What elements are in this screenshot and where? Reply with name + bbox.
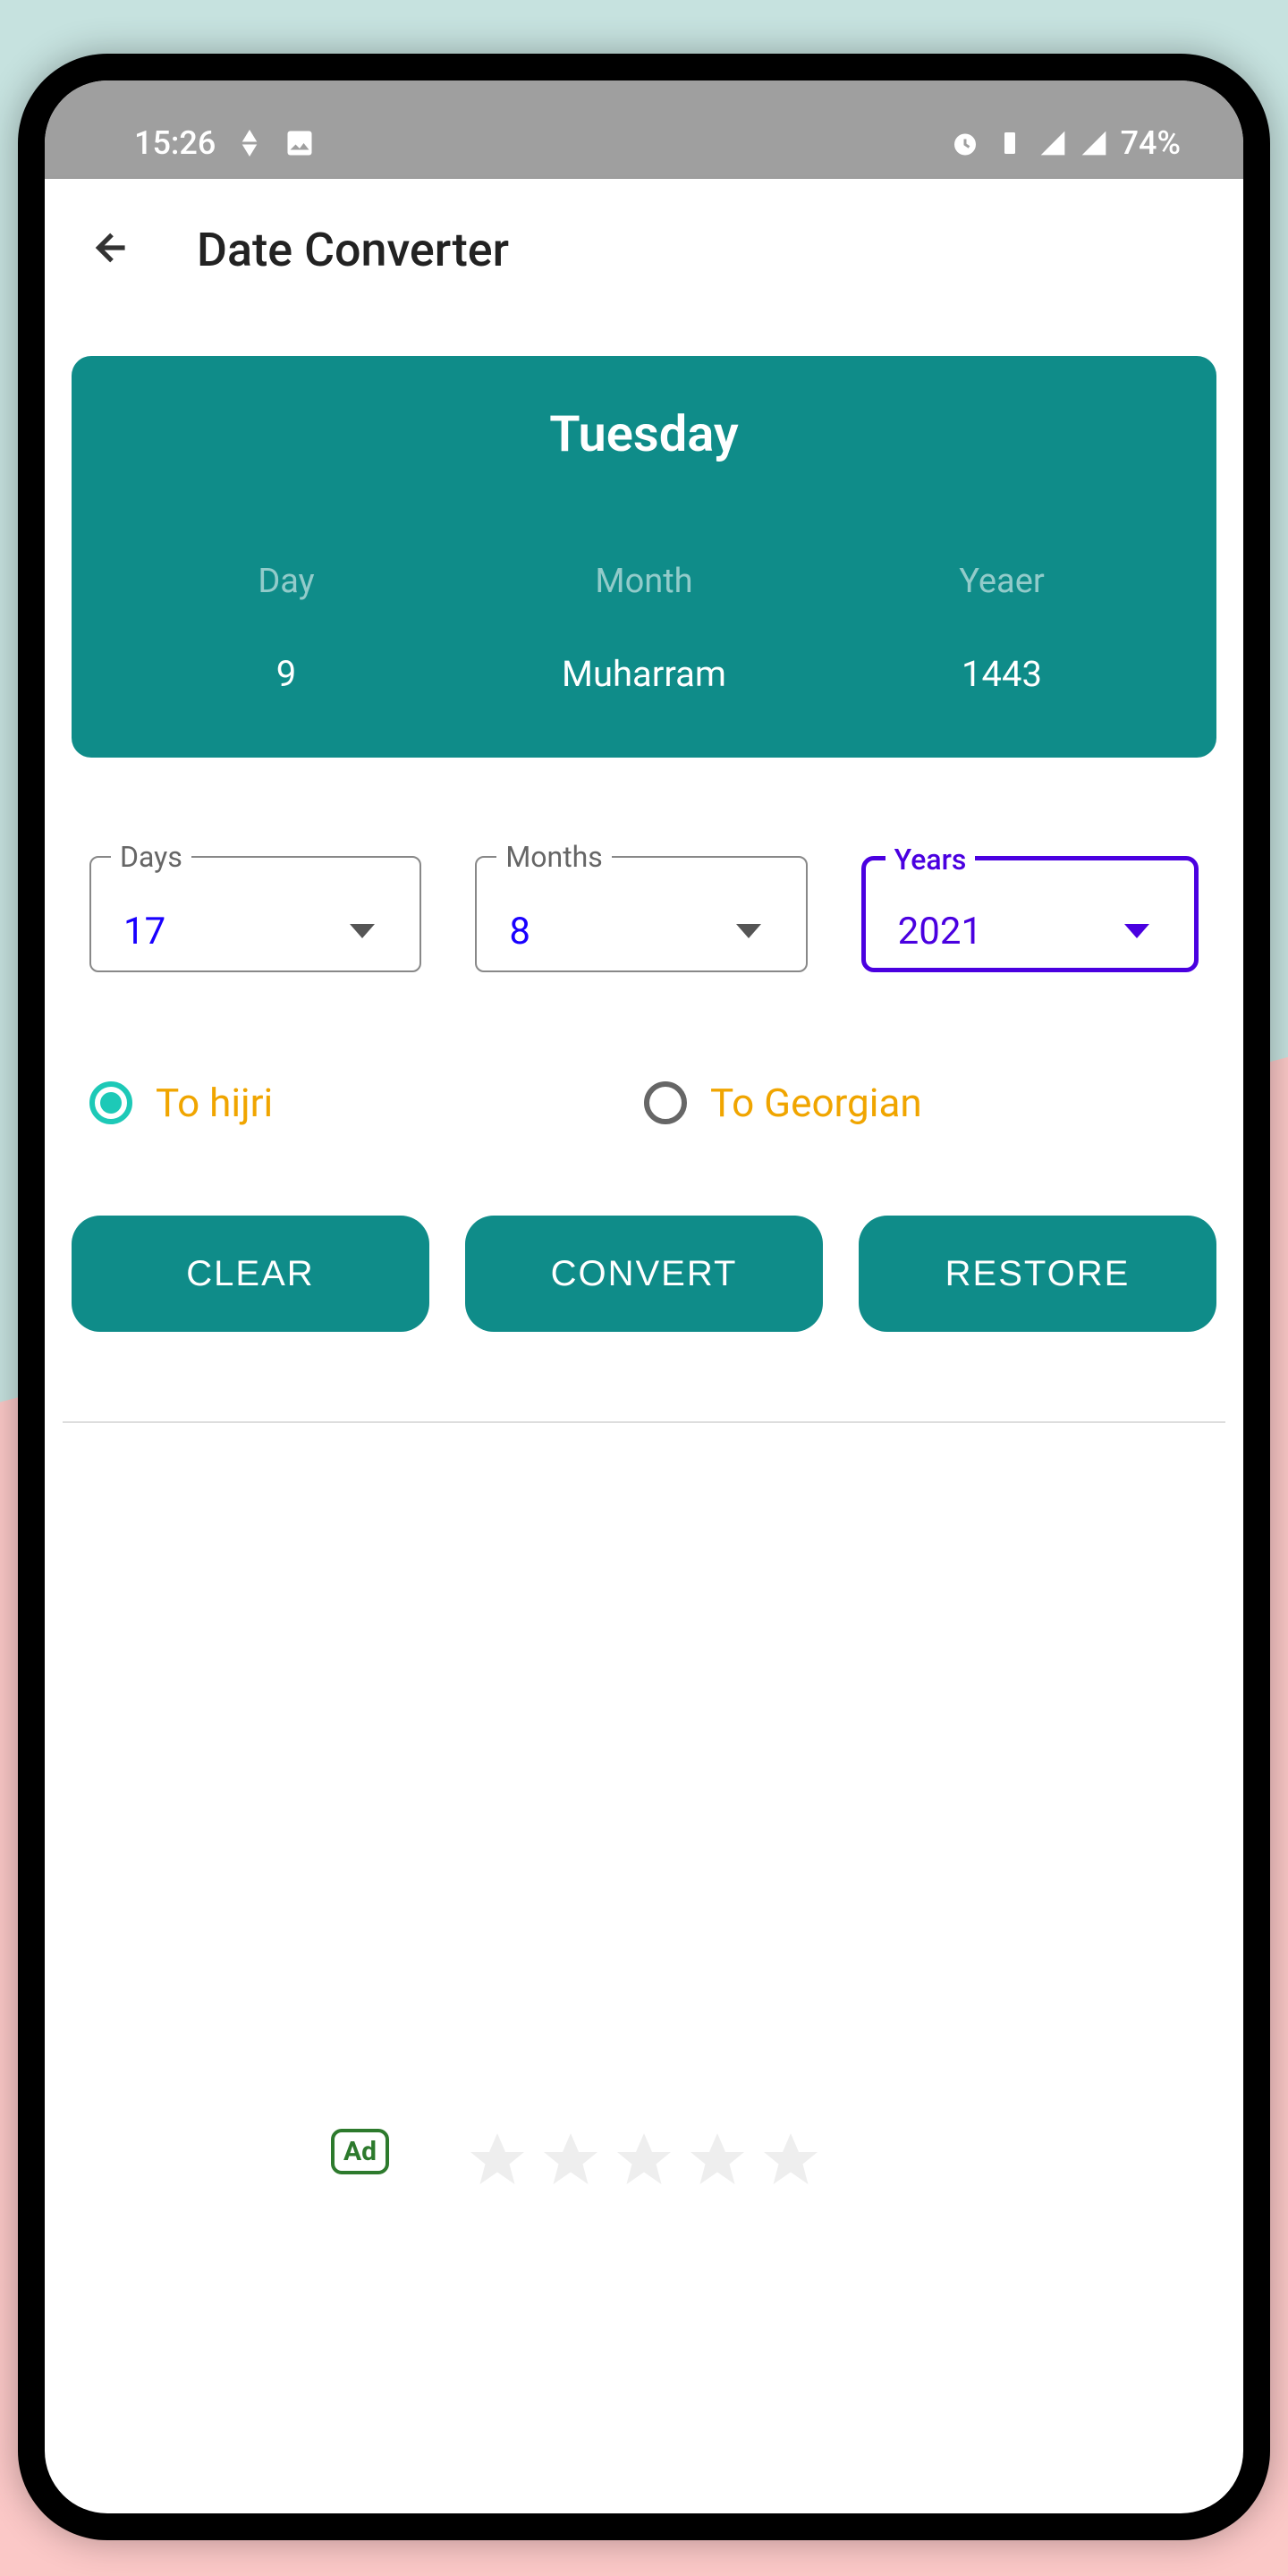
- days-select[interactable]: Days 17: [89, 856, 421, 972]
- status-right: 74%: [949, 124, 1181, 162]
- months-value: 8: [509, 910, 530, 953]
- result-day-label: Day: [107, 562, 465, 601]
- phone-screen: 15:26: [45, 80, 1243, 2513]
- selectors-row: Days 17 Months 8 Years 2021: [63, 856, 1225, 972]
- result-month-label: Month: [465, 562, 823, 601]
- radio-to-hijri[interactable]: To hijri: [89, 1080, 644, 1126]
- bottom-area: Ad: [63, 1423, 1225, 2183]
- result-year-label: Yeaer: [823, 562, 1181, 601]
- status-bar: 15:26: [45, 80, 1243, 179]
- vibrate-icon: [994, 127, 1026, 159]
- result-year-value: 1443: [823, 653, 1181, 695]
- chevron-down-icon: [736, 924, 761, 938]
- months-select[interactable]: Months 8: [475, 856, 807, 972]
- years-select[interactable]: Years 2021: [861, 856, 1199, 972]
- days-label: Days: [111, 840, 191, 874]
- result-month-col: Month Muharram: [465, 562, 823, 695]
- star-icon: [612, 2128, 676, 2192]
- clear-button[interactable]: CLEAR: [72, 1216, 429, 1332]
- signal-icon: [1038, 129, 1067, 157]
- signal-icon-2: [1080, 129, 1108, 157]
- result-weekday: Tuesday: [107, 404, 1181, 463]
- chevron-down-icon: [350, 924, 375, 938]
- star-icon: [685, 2128, 750, 2192]
- stars-rating: [465, 2128, 823, 2192]
- result-month-value: Muharram: [465, 653, 823, 695]
- months-label: Months: [496, 840, 611, 874]
- radio-to-georgian[interactable]: To Georgian: [644, 1080, 1199, 1126]
- ad-badge[interactable]: Ad: [331, 2129, 389, 2174]
- radio-icon: [89, 1081, 132, 1124]
- alarm-icon: [949, 127, 981, 159]
- years-value: 2021: [898, 910, 982, 953]
- phone-frame: 15:26: [18, 54, 1270, 2540]
- clock-text: 15:26: [134, 124, 216, 162]
- result-row: Day 9 Month Muharram Yeaer 1443: [107, 562, 1181, 695]
- app-icon: [233, 127, 266, 159]
- content-area: Tuesday Day 9 Month Muharram Yeaer 1443: [45, 320, 1243, 2210]
- days-value: 17: [123, 910, 165, 953]
- result-card: Tuesday Day 9 Month Muharram Yeaer 1443: [72, 356, 1216, 758]
- convert-button[interactable]: CONVERT: [465, 1216, 823, 1332]
- battery-text: 74%: [1121, 124, 1181, 162]
- years-label: Years: [886, 843, 976, 877]
- radio-icon: [644, 1081, 687, 1124]
- status-left: 15:26: [134, 124, 316, 162]
- result-year-col: Yeaer 1443: [823, 562, 1181, 695]
- radio-hijri-label: To hijri: [156, 1080, 273, 1126]
- star-icon: [465, 2128, 530, 2192]
- star-icon: [758, 2128, 823, 2192]
- back-arrow-icon[interactable]: [89, 225, 134, 274]
- buttons-row: CLEAR CONVERT RESTORE: [63, 1216, 1225, 1332]
- result-day-value: 9: [107, 653, 465, 695]
- image-icon: [284, 127, 316, 159]
- radio-row: To hijri To Georgian: [63, 1080, 1225, 1126]
- star-icon: [538, 2128, 603, 2192]
- result-day-col: Day 9: [107, 562, 465, 695]
- chevron-down-icon: [1124, 924, 1149, 938]
- app-bar: Date Converter: [45, 179, 1243, 320]
- page-title: Date Converter: [197, 223, 509, 277]
- radio-georgian-label: To Georgian: [710, 1080, 922, 1126]
- restore-button[interactable]: RESTORE: [859, 1216, 1216, 1332]
